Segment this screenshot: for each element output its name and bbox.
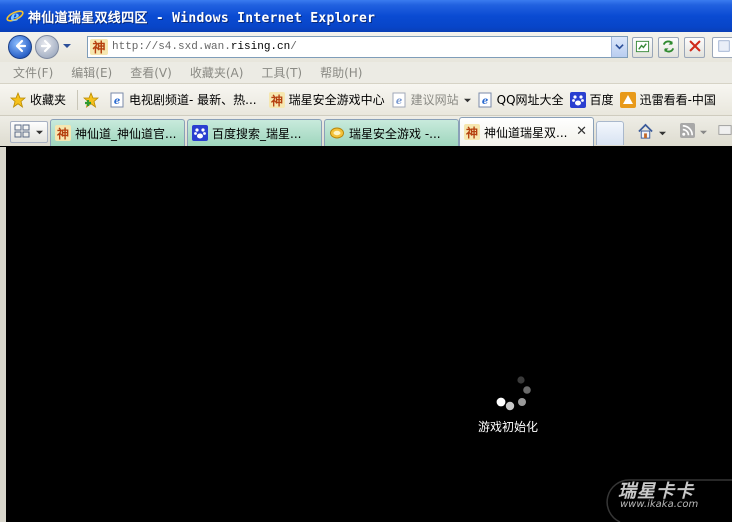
- window-title: 神仙道瑞星双线四区 - Windows Internet Explorer: [28, 10, 376, 26]
- favorites-bar: 收藏夹 e 电视剧频道- 最新、热... 神 瑞星安全游戏中心 e 建议网站 e…: [0, 84, 732, 116]
- mail-button[interactable]: [718, 123, 732, 140]
- tab-baidu-search[interactable]: 百度搜索_瑞星...: [187, 119, 322, 146]
- ie-logo-icon: e: [6, 7, 24, 25]
- menu-edit[interactable]: 编辑(E): [71, 64, 112, 81]
- rss-feed-icon: [680, 123, 695, 141]
- refresh-button[interactable]: [658, 37, 679, 58]
- svg-text:神: 神: [57, 126, 69, 141]
- loading-text: 游戏初始化: [478, 420, 539, 434]
- svg-text:神: 神: [271, 93, 283, 108]
- window-frame-left: [0, 147, 6, 522]
- star-icon: [10, 91, 26, 108]
- add-to-favorites-button[interactable]: [83, 91, 103, 108]
- baidu-paw-icon: [569, 91, 586, 108]
- svg-text:神: 神: [92, 40, 105, 55]
- forward-arrow-icon: [40, 39, 54, 56]
- shen-logo-icon: 神: [464, 124, 480, 140]
- close-tab-icon[interactable]: ✕: [576, 124, 587, 139]
- toolbar-separator: [77, 89, 79, 110]
- recent-pages-dropdown[interactable]: [62, 42, 72, 52]
- tab-shenxiandao-current[interactable]: 神 神仙道瑞星双... ✕: [459, 117, 594, 146]
- ie-page-icon: e: [477, 92, 493, 108]
- tab-rising-games[interactable]: 瑞星安全游戏 -...: [324, 119, 459, 146]
- ie-page-icon: e: [391, 92, 407, 108]
- menu-help[interactable]: 帮助(H): [320, 64, 362, 81]
- chevron-down-icon: [615, 40, 624, 54]
- back-button[interactable]: [8, 35, 32, 59]
- rising-chat-icon: [329, 125, 345, 141]
- tab-shenxiandao-official[interactable]: 神 神仙道_神仙道官...: [50, 119, 185, 146]
- address-input[interactable]: 神 http://s4.sxd.wan.rising.cn/: [87, 36, 628, 58]
- stop-button[interactable]: [684, 37, 705, 58]
- favorite-link-suggested[interactable]: e 建议网站: [391, 91, 471, 108]
- compatibility-view-button[interactable]: [632, 37, 653, 58]
- back-arrow-icon: [13, 39, 27, 56]
- shen-logo-icon: 神: [90, 39, 108, 56]
- favorite-link[interactable]: 百度: [569, 91, 614, 108]
- close-icon: [688, 39, 702, 56]
- mail-icon: [718, 123, 732, 140]
- menu-tools[interactable]: 工具(T): [261, 64, 302, 81]
- home-icon: [637, 123, 654, 143]
- menu-view[interactable]: 查看(V): [130, 64, 172, 81]
- url-text[interactable]: http://s4.sxd.wan.rising.cn/: [112, 41, 297, 53]
- svg-text:e: e: [114, 96, 120, 107]
- refresh-icon: [661, 39, 676, 57]
- address-toolbar: 神 http://s4.sxd.wan.rising.cn/: [0, 32, 732, 62]
- address-dropdown-button[interactable]: [611, 37, 627, 57]
- search-provider-icon: [718, 40, 730, 55]
- quick-tabs-button[interactable]: [10, 121, 48, 143]
- svg-text:e: e: [395, 96, 401, 107]
- xunlei-icon: [619, 91, 636, 108]
- chevron-down-icon: [62, 40, 72, 54]
- svg-text:e: e: [481, 96, 487, 107]
- favorite-link[interactable]: 神 瑞星安全游戏中心: [268, 91, 385, 108]
- favorite-link[interactable]: e 电视剧频道- 最新、热...: [109, 91, 257, 108]
- watermark-url: www.ikaka.com: [620, 499, 699, 510]
- chevron-down-icon: [36, 125, 43, 139]
- ie-page-icon: e: [109, 92, 125, 108]
- shen-logo-icon: 神: [268, 91, 285, 108]
- url-prefix: http://s4.sxd.wan.: [112, 41, 231, 53]
- loading-spinner-icon: [496, 376, 531, 411]
- baidu-paw-icon: [192, 125, 208, 141]
- chevron-down-icon: [659, 126, 666, 140]
- url-domain: rising.cn: [230, 41, 291, 53]
- favorite-link[interactable]: e QQ网址大全: [477, 91, 564, 108]
- feeds-button[interactable]: [680, 123, 707, 141]
- shen-logo-icon: 神: [55, 125, 71, 141]
- game-viewport[interactable]: 游戏初始化: [0, 147, 732, 522]
- add-favorite-icon: [83, 91, 100, 108]
- search-box[interactable]: [712, 37, 732, 58]
- favorites-center-button[interactable]: 收藏夹: [10, 91, 66, 108]
- home-button[interactable]: [637, 123, 666, 143]
- svg-text:e: e: [11, 9, 20, 25]
- favorite-link[interactable]: 迅雷看看-中国: [619, 91, 716, 108]
- quick-tabs-grid-icon: [14, 123, 30, 142]
- new-tab-button[interactable]: [596, 121, 624, 145]
- menu-file[interactable]: 文件(F): [13, 64, 53, 81]
- compatibility-icon: [635, 39, 650, 57]
- tab-bar: 神 神仙道_神仙道官... 百度搜索_瑞星... 瑞星安全游戏 -... 神 神…: [0, 116, 732, 146]
- window-titlebar[interactable]: e 神仙道瑞星双线四区 - Windows Internet Explorer: [0, 0, 732, 32]
- favorites-label: 收藏夹: [30, 93, 67, 107]
- menu-bar: 文件(F) 编辑(E) 查看(V) 收藏夹(A) 工具(T) 帮助(H): [0, 62, 732, 84]
- chevron-down-icon: [700, 125, 707, 139]
- chevron-down-icon: [463, 93, 471, 107]
- svg-text:神: 神: [466, 125, 478, 140]
- menu-favorites[interactable]: 收藏夹(A): [190, 64, 244, 81]
- forward-button[interactable]: [35, 35, 59, 59]
- url-suffix: /: [290, 41, 297, 53]
